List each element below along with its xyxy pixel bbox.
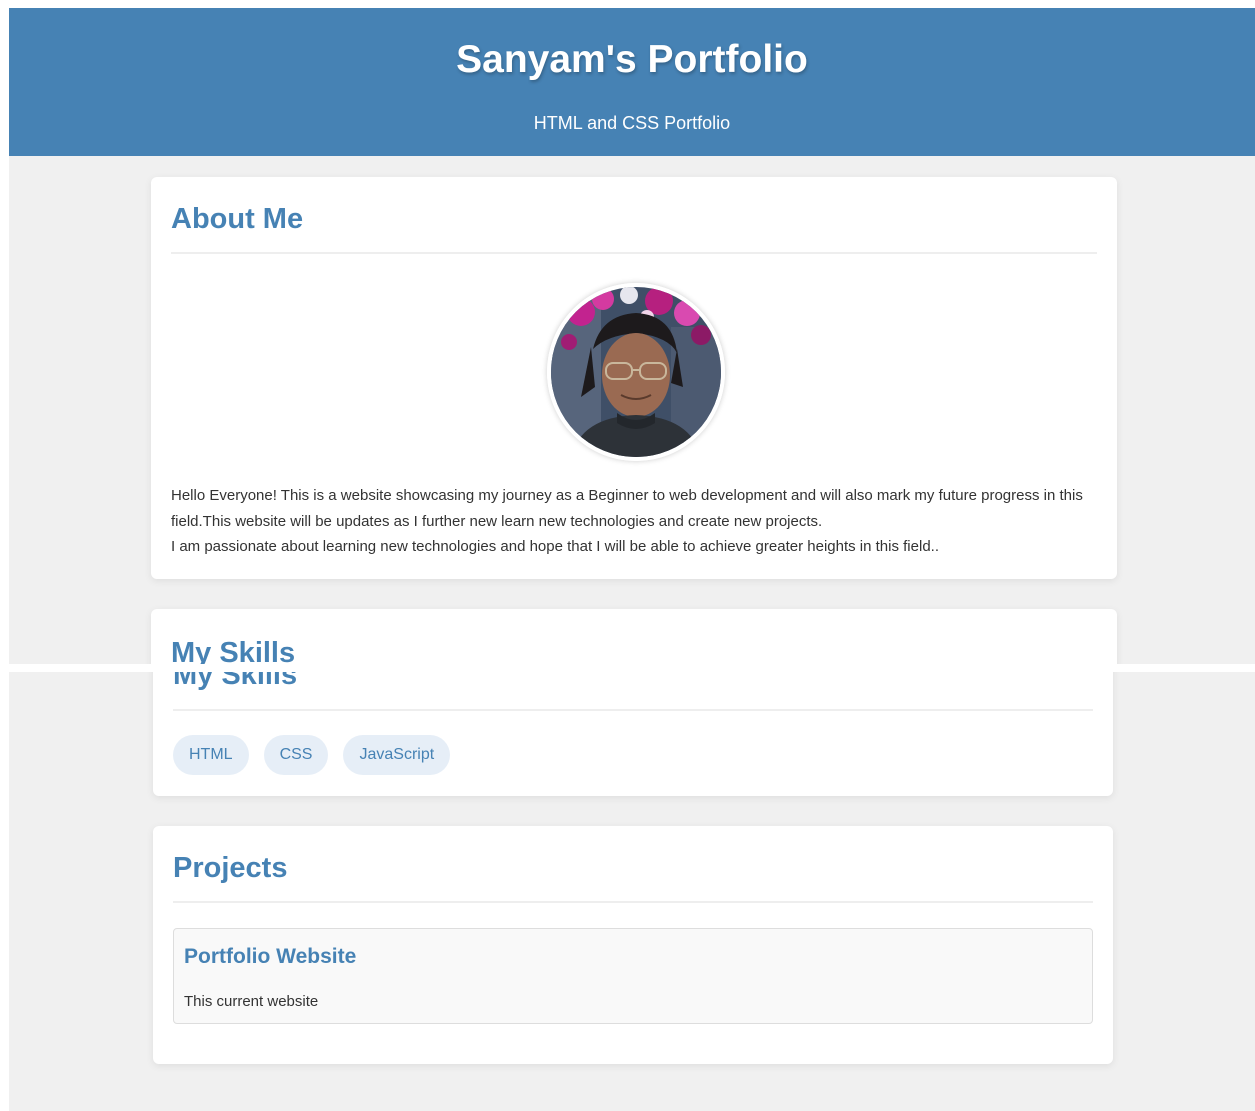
screenshot-upper: Sanyam's Portfolio HTML and CSS Portfoli… (9, 8, 1255, 664)
skills-section: My Skills HTML CSS JavaScript (153, 672, 1113, 796)
skill-chip-css[interactable]: CSS (263, 735, 329, 775)
avatar (547, 283, 725, 461)
about-paragraph: I am passionate about learning new techn… (171, 538, 939, 555)
projects-heading: Projects (173, 852, 288, 884)
site-subtitle: HTML and CSS Portfolio (533, 113, 731, 133)
skills-section: My Skills (151, 609, 1117, 664)
about-divider (171, 252, 1097, 254)
projects-section: Projects Portfolio Website This current … (153, 826, 1113, 1064)
site-title: Sanyam's Portfolio (456, 38, 808, 81)
project-title[interactable]: Portfolio Website (184, 945, 356, 969)
about-paragraph: Hello Everyone! This is a website showca… (171, 487, 1083, 530)
about-section: About Me Hello Everyone! This is a websi… (151, 177, 1117, 579)
skill-list: HTML CSS JavaScript (173, 735, 451, 775)
screenshot-lower: My Skills HTML CSS JavaScript Projects P… (9, 672, 1255, 1111)
projects-divider (173, 901, 1093, 903)
skills-heading: My Skills (173, 672, 298, 691)
profile-photo-icon (551, 287, 721, 457)
skill-chip-javascript[interactable]: JavaScript (343, 735, 451, 775)
skills-divider (173, 709, 1093, 711)
skill-chip-html[interactable]: HTML (173, 735, 249, 775)
site-header: Sanyam's Portfolio HTML and CSS Portfoli… (9, 8, 1255, 156)
skills-heading: My Skills (171, 637, 296, 664)
project-description: This current website (184, 993, 319, 1010)
project-card[interactable]: Portfolio Website This current website (173, 928, 1093, 1024)
about-text: Hello Everyone! This is a website showca… (171, 483, 1101, 560)
about-heading: About Me (171, 203, 304, 235)
